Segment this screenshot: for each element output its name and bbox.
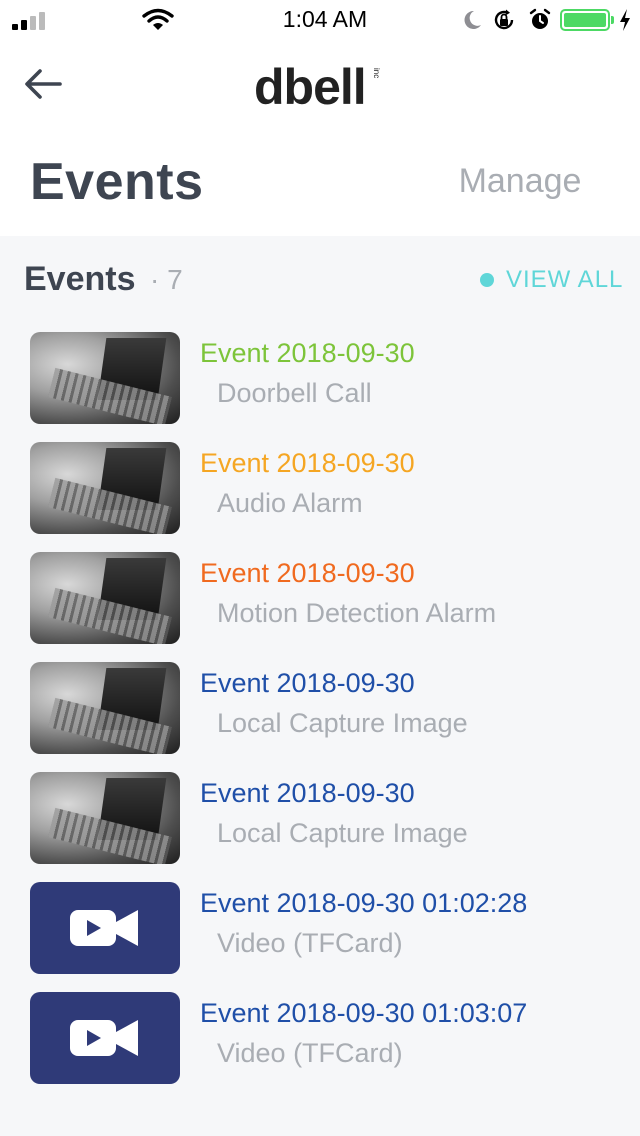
event-title: Event 2018-09-30 01:03:07 bbox=[200, 998, 528, 1028]
event-type: Video (TFCard) bbox=[217, 1038, 403, 1068]
list-item[interactable]: Event 2018-09-30 Local Capture Image bbox=[0, 662, 640, 756]
list-item[interactable]: Event 2018-09-30 01:02:28 Video (TFCard) bbox=[0, 882, 640, 976]
event-thumbnail bbox=[30, 442, 180, 534]
event-thumbnail bbox=[30, 882, 180, 974]
cellular-signal-icon bbox=[12, 10, 48, 30]
event-title: Event 2018-09-30 bbox=[200, 668, 415, 698]
events-section-header: Events · 7 VIEW ALL bbox=[0, 236, 640, 326]
event-thumbnail bbox=[30, 662, 180, 754]
event-type: Local Capture Image bbox=[217, 818, 468, 848]
video-camera-icon bbox=[70, 1020, 138, 1056]
event-title: Event 2018-09-30 bbox=[200, 338, 415, 368]
svg-text:dbell: dbell bbox=[254, 59, 366, 110]
dbell-logo: dbell inc bbox=[254, 59, 381, 110]
event-title: Event 2018-09-30 01:02:28 bbox=[200, 888, 528, 918]
header: dbell inc Events Manage bbox=[0, 40, 640, 236]
section-title: Events bbox=[24, 260, 136, 298]
list-item[interactable]: Event 2018-09-30 Local Capture Image bbox=[0, 772, 640, 866]
event-count: · 7 bbox=[150, 264, 183, 295]
dot-icon bbox=[480, 273, 494, 287]
event-title: Event 2018-09-30 bbox=[200, 778, 415, 808]
event-type: Doorbell Call bbox=[217, 378, 372, 408]
rotation-lock-icon bbox=[494, 9, 514, 30]
charging-bolt-icon bbox=[620, 9, 630, 31]
event-thumbnail bbox=[30, 552, 180, 644]
battery-cap bbox=[611, 16, 614, 24]
video-camera-icon bbox=[70, 910, 138, 946]
list-item[interactable]: Event 2018-09-30 Motion Detection Alarm bbox=[0, 552, 640, 646]
view-all-label: VIEW ALL bbox=[506, 266, 624, 293]
wifi-icon bbox=[142, 8, 174, 30]
view-all-button[interactable]: VIEW ALL bbox=[480, 266, 623, 294]
event-thumbnail bbox=[30, 332, 180, 424]
moon-icon bbox=[464, 10, 481, 29]
status-time: 1:04 AM bbox=[282, 6, 368, 32]
alarm-clock-icon bbox=[529, 8, 551, 29]
list-item[interactable]: Event 2018-09-30 Doorbell Call bbox=[0, 332, 640, 426]
event-thumbnail bbox=[30, 772, 180, 864]
status-bar: 1:04 AM bbox=[0, 0, 640, 40]
svg-text:inc: inc bbox=[372, 68, 381, 78]
page-title: Events bbox=[30, 153, 204, 211]
back-arrow-icon[interactable] bbox=[22, 66, 66, 102]
event-type: Local Capture Image bbox=[217, 708, 468, 738]
list-item[interactable]: Event 2018-09-30 Audio Alarm bbox=[0, 442, 640, 536]
manage-button[interactable]: Manage bbox=[430, 162, 610, 201]
list-item[interactable]: Event 2018-09-30 01:03:07 Video (TFCard) bbox=[0, 992, 640, 1086]
event-type: Motion Detection Alarm bbox=[217, 598, 497, 628]
battery-icon bbox=[560, 9, 610, 31]
event-type: Audio Alarm bbox=[217, 488, 363, 518]
event-thumbnail bbox=[30, 992, 180, 1084]
event-title: Event 2018-09-30 bbox=[200, 448, 415, 478]
event-type: Video (TFCard) bbox=[217, 928, 403, 958]
event-title: Event 2018-09-30 bbox=[200, 558, 415, 588]
